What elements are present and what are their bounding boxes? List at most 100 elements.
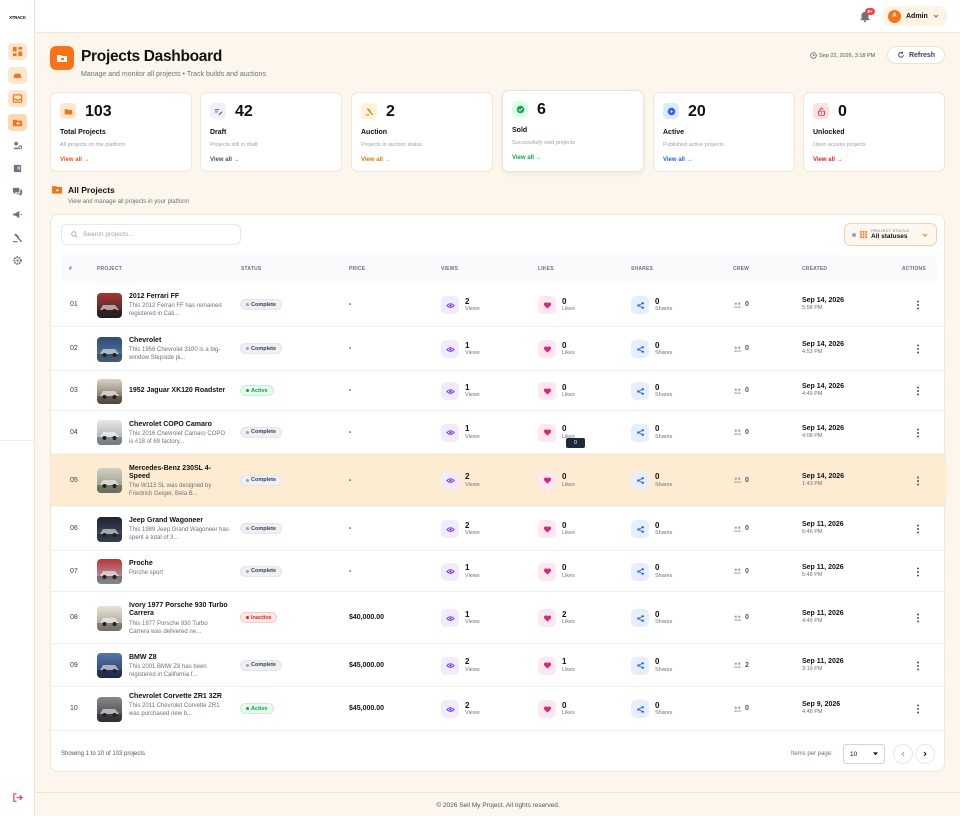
row-actions-button[interactable] [915,703,921,715]
view-all-link[interactable]: View all → [663,157,693,163]
likes-metric[interactable]: 0 Likes [538,340,575,358]
project-thumbnail[interactable] [97,378,122,404]
project-name[interactable]: 1952 Jaguar XK120 Roadster [129,387,229,395]
project-thumbnail[interactable] [97,292,122,318]
project-name[interactable]: Ivory 1977 Porsche 930 Turbo Carrera [129,602,229,619]
row-actions-button[interactable] [915,385,921,397]
project-name[interactable]: 2012 Ferrari FF [129,293,229,301]
next-page-button[interactable] [915,744,935,764]
project-thumbnail[interactable] [97,559,122,584]
view-all-link[interactable]: View all → [361,157,391,163]
view-all-link[interactable]: View all → [210,157,240,163]
view-all-link[interactable]: View all → [512,155,542,161]
project-name[interactable]: Chevrolet Corvette ZR1 3ZR [129,693,229,701]
items-per-page-select[interactable]: 10 [843,744,885,764]
likes-metric[interactable]: 1 Likes [538,656,575,675]
likes-metric[interactable]: 0 Likes [538,382,575,400]
project-info[interactable]: Chevrolet COPO Camaro This 2016 Chevrolet… [129,421,229,447]
likes-metric[interactable]: 0 Likes [538,562,575,581]
nav-announcements[interactable] [8,206,27,223]
table-row[interactable]: 08 Ivory 1977 Porsche 930 Turbo Carrera Th… [51,592,946,644]
likes-metric[interactable]: 0 Likes [538,471,575,490]
app-logo[interactable]: XTRACK [7,13,28,21]
table-row[interactable]: 09 BMW Z8 This 2001 BMW Z8 has been regist… [51,644,946,687]
project-thumbnail[interactable] [97,468,122,493]
stat-card-active[interactable]: 20 Active Published active projects View… [653,92,795,172]
stat-card-total[interactable]: 103 Total Projects All projects on the p… [50,92,192,172]
nav-auctions[interactable] [8,229,27,246]
view-all-link[interactable]: View all → [60,157,90,163]
nav-dashboard[interactable] [8,43,27,60]
search-input[interactable]: Search projects... [61,224,241,245]
row-actions-button[interactable] [915,299,921,311]
nav-messages[interactable] [8,183,27,200]
project-info[interactable]: 2012 Ferrari FF This 2012 Ferrari FF has … [129,293,229,319]
project-info[interactable]: Chevrolet Corvette ZR1 3ZR This 2011 Chev… [129,693,229,719]
user-menu[interactable]: A Admin [882,6,948,26]
project-thumbnail[interactable] [97,696,122,722]
project-thumbnail[interactable] [97,605,122,631]
project-name[interactable]: BMW Z8 [129,654,229,662]
stat-description: Successfully sold projects [512,140,575,146]
nav-settings[interactable] [8,252,27,269]
project-name[interactable]: Mercedes-Benz 230SL 4-Speed [129,465,229,482]
project-thumbnail[interactable] [97,516,122,542]
stat-label: Total Projects [60,129,106,136]
project-thumbnail[interactable] [97,653,122,678]
stat-card-unlocked[interactable]: 0 Unlocked Open access projects View all… [803,92,945,172]
project-info[interactable]: 1952 Jaguar XK120 Roadster [129,387,229,395]
project-info[interactable]: Mercedes-Benz 230SL 4-Speed The W113 SL w… [129,465,229,499]
row-actions-button[interactable] [915,343,921,355]
project-price: - [349,476,352,484]
table-row[interactable]: 07 Proche Porche sport Complete -1 Views 0 Like… [51,551,946,592]
table-row[interactable]: 03 1952 Jaguar XK120 Roadster Active - 1 View… [51,371,946,411]
nav-documents[interactable] [8,160,27,177]
header-status: STATUS [241,266,262,272]
project-info[interactable]: Ivory 1977 Porsche 930 Turbo Carrera This… [129,602,229,636]
nav-projects[interactable] [8,114,27,131]
project-name[interactable]: Proche [129,560,229,568]
table-row[interactable]: 01 2012 Ferrari FF This 2012 Ferrari FF ha… [51,283,946,327]
stat-card-sold[interactable]: 6 Sold Successfully sold projects View a… [502,90,644,172]
table-row[interactable]: 04 Chevrolet COPO Camaro This 2016 Chevrol… [51,411,946,454]
view-all-link[interactable]: View all → [813,157,843,163]
row-actions-button[interactable] [915,427,921,439]
nav-logout[interactable] [8,789,27,806]
prev-page-button[interactable] [893,744,913,764]
likes-metric[interactable]: 2 Likes [538,609,575,627]
table-row[interactable]: 06 Jeep Grand Wagoneer This 1989 Jeep Gran… [51,507,946,551]
table-row[interactable]: 02 Chevrolet This 1956 Chevrolet 3100 is a… [51,327,946,371]
refresh-button[interactable]: Refresh [887,46,945,64]
status-filter-dropdown[interactable]: PROJECT STATUS All statuses [844,223,937,246]
nav-vehicles[interactable] [8,67,27,84]
likes-count: 0 [562,424,567,434]
row-actions-button[interactable] [915,612,921,624]
stat-card-draft[interactable]: 42 Draft Projects still in draft View al… [200,92,342,172]
nav-users[interactable] [8,137,27,154]
top-bar [36,0,960,33]
project-thumbnail[interactable] [97,336,122,362]
project-info[interactable]: Chevrolet This 1956 Chevrolet 3100 is a b… [129,337,229,363]
row-actions-button[interactable] [915,566,921,578]
stat-card-auction[interactable]: 2 Auction Projects in auction status Vie… [351,92,493,172]
project-info[interactable]: Jeep Grand Wagoneer This 1989 Jeep Grand … [129,517,229,543]
likes-metric[interactable]: 0 Likes [538,520,575,538]
project-info[interactable]: Proche Porche sport [129,560,229,578]
project-name[interactable]: Chevrolet COPO Camaro [129,421,229,429]
table-row[interactable]: 10 Chevrolet Corvette ZR1 3ZR This 2011 Ch… [51,687,946,731]
likes-metric[interactable]: 0 Likes [538,700,575,718]
project-info[interactable]: BMW Z8 This 2001 BMW Z8 has been register… [129,654,229,680]
project-name[interactable]: Jeep Grand Wagoneer [129,517,229,525]
row-actions-button[interactable] [915,475,921,487]
created-date: Sep 11, 2026 3:19 PM [802,658,844,672]
table-row[interactable]: 05 Mercedes-Benz 230SL 4-Speed The W113 SL… [51,454,946,507]
created-day: Sep 9, 2026 [802,701,841,708]
status-dot [246,347,249,350]
project-thumbnail[interactable] [97,420,122,445]
project-name[interactable]: Chevrolet [129,337,229,345]
row-actions-button[interactable] [915,523,921,535]
nav-inbox[interactable] [8,90,27,107]
likes-metric[interactable]: 0 Likes [538,296,575,314]
row-actions-button[interactable] [915,660,921,672]
created-time: 1:43 PM [802,480,823,487]
